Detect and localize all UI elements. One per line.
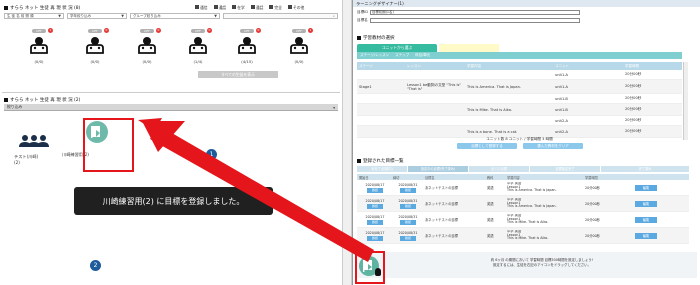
screenshot-stage: すらら ネット 生徒 再 現 状 況 (8) 通信 通話 在学 通話 完全 その… [0,0,700,285]
drag-direction-arrow-icon [138,118,374,262]
